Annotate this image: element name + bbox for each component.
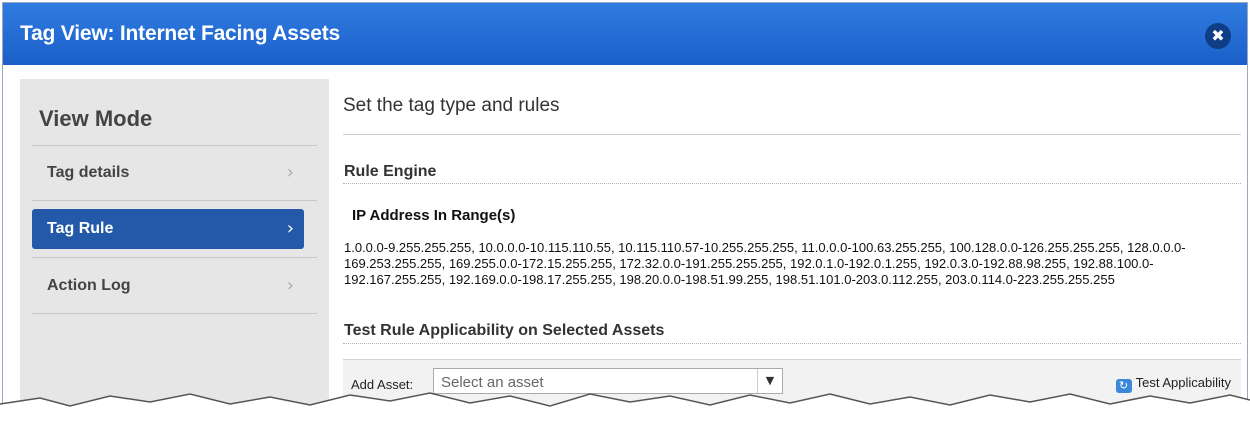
test-applicability-title: Test Rule Applicability on Selected Asse… — [344, 322, 665, 339]
sidebar-divider — [32, 257, 317, 258]
sidebar-item-tag-details[interactable]: Tag details › — [32, 153, 304, 193]
heading-divider — [343, 134, 1241, 135]
sidebar-item-action-log[interactable]: Action Log › — [32, 266, 304, 306]
main-panel: Set the tag type and rules Rule Engine I… — [343, 79, 1241, 419]
torn-edge — [0, 392, 1250, 424]
chevron-right-icon: › — [286, 275, 294, 296]
ip-range-list: 1.0.0.0-9.255.255.255, 10.0.0.0-10.115.1… — [344, 240, 1186, 287]
sidebar-divider — [32, 313, 317, 314]
dialog-title: Tag View: Internet Facing Assets — [20, 22, 340, 45]
rule-engine-title: Rule Engine — [344, 163, 437, 180]
tag-view-dialog: Tag View: Internet Facing Assets ✖ View … — [2, 2, 1248, 422]
sidebar-divider — [32, 200, 317, 201]
section-divider — [343, 343, 1241, 344]
section-divider — [343, 183, 1241, 184]
sidebar-item-tag-rule[interactable]: Tag Rule › — [32, 209, 304, 249]
page-title: Set the tag type and rules — [343, 95, 560, 116]
sidebar-divider — [32, 145, 317, 146]
sidebar-item-label: Tag details — [47, 164, 130, 181]
chevron-right-icon: › — [286, 218, 294, 239]
dialog-titlebar: Tag View: Internet Facing Assets ✖ — [3, 3, 1247, 65]
close-icon[interactable]: ✖ — [1205, 23, 1231, 49]
sidebar-item-label: Tag Rule — [47, 220, 114, 237]
sidebar-item-label: Action Log — [47, 277, 131, 294]
ip-range-title: IP Address In Range(s) — [352, 207, 516, 224]
chevron-right-icon: › — [286, 162, 294, 183]
sidebar: View Mode Tag details › Tag Rule › Actio… — [20, 79, 329, 419]
view-mode-title: View Mode — [39, 106, 153, 131]
